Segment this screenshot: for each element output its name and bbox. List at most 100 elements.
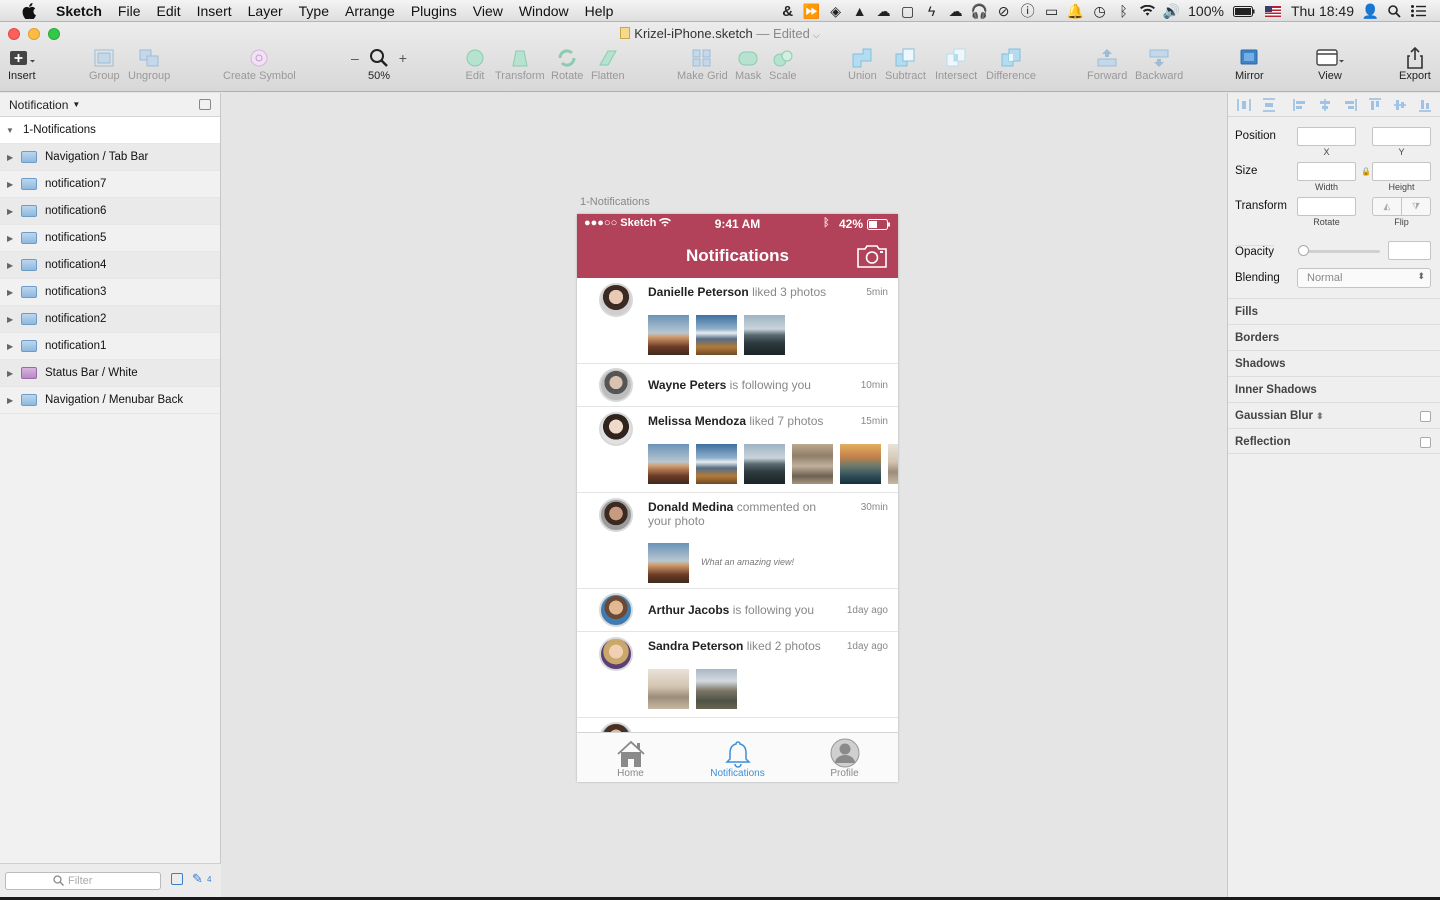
disclosure-triangle-icon[interactable]: ▶ — [7, 396, 18, 405]
bluetooth-icon[interactable]: ᛒ — [1116, 3, 1131, 19]
duplicate-page-icon[interactable] — [171, 873, 183, 885]
rotate-button[interactable]: Rotate — [551, 47, 583, 82]
transform-button[interactable]: Transform — [495, 47, 545, 82]
photo-thumbnail[interactable] — [888, 444, 898, 484]
notification-user[interactable]: Sandra Peterson — [648, 639, 743, 653]
menu-window[interactable]: Window — [511, 0, 577, 22]
group-button[interactable]: Group — [89, 47, 120, 82]
bell-icon[interactable]: 🔔 — [1067, 3, 1084, 19]
photo-thumbnail[interactable] — [792, 444, 833, 484]
disclosure-triangle-icon[interactable]: ▶ — [7, 180, 18, 189]
flip-vertical-icon[interactable]: ⧩ — [1402, 198, 1430, 215]
photo-thumbnail[interactable] — [696, 444, 737, 484]
pencil-icon[interactable]: ✎ — [192, 871, 203, 887]
menu-view[interactable]: View — [465, 0, 511, 22]
difference-button[interactable]: Difference — [986, 47, 1036, 82]
photo-thumbnail[interactable] — [648, 444, 689, 484]
mirror-button[interactable]: Mirror — [1235, 47, 1264, 82]
make-grid-button[interactable]: Make Grid — [677, 47, 728, 82]
gaussian-blur-section[interactable]: Gaussian Blur ⬍ — [1228, 402, 1440, 428]
photo-thumbnail[interactable] — [696, 669, 737, 709]
align-left-icon[interactable] — [1292, 98, 1308, 112]
zoom-in-button[interactable]: + — [399, 50, 407, 66]
opacity-input[interactable] — [1388, 241, 1431, 260]
shadows-section[interactable]: Shadows — [1228, 350, 1440, 376]
volume-icon[interactable]: 🔊 — [1163, 3, 1180, 19]
display-icon[interactable]: ▭ — [1044, 3, 1059, 19]
menu-plugins[interactable]: Plugins — [403, 0, 465, 22]
forward-button[interactable]: Forward — [1087, 47, 1127, 82]
photo-thumbnail[interactable] — [744, 315, 785, 355]
notification-center-icon[interactable] — [1411, 4, 1426, 18]
wifi-icon[interactable] — [1140, 4, 1156, 18]
menu-insert[interactable]: Insert — [189, 0, 240, 22]
headphones-icon[interactable]: 🎧 — [971, 3, 988, 19]
notification-item[interactable]: Melissa Mendoza liked 7 photos 15min — [577, 407, 898, 493]
info-icon[interactable]: ⓘ — [1020, 3, 1035, 19]
align-bottom-icon[interactable] — [1417, 98, 1433, 112]
filter-input[interactable]: Filter — [5, 872, 161, 890]
layer-row[interactable]: ▶ notification4 — [0, 252, 220, 279]
time-machine-icon[interactable]: ◷ — [1092, 3, 1107, 19]
flip-horizontal-icon[interactable]: ◭ — [1373, 198, 1402, 215]
photo-thumbnail[interactable] — [744, 444, 785, 484]
avatar[interactable] — [599, 283, 633, 317]
align-vertical-center-icon[interactable] — [1392, 98, 1408, 112]
distribute-horizontal-icon[interactable] — [1236, 98, 1252, 112]
insert-button[interactable]: Insert — [8, 47, 36, 82]
avatar[interactable] — [599, 593, 633, 627]
notification-user[interactable]: Wayne Peters — [648, 378, 726, 392]
photo-thumbnail[interactable] — [648, 315, 689, 355]
photo-thumbnail[interactable] — [696, 315, 737, 355]
reflection-section[interactable]: Reflection — [1228, 428, 1440, 454]
apple-icon[interactable] — [18, 2, 40, 19]
blur-type-arrows-icon[interactable]: ⬍ — [1316, 411, 1324, 421]
disclosure-triangle-icon[interactable]: ▶ — [7, 315, 18, 324]
chevron-down-icon[interactable]: ⌵ — [813, 30, 820, 40]
union-button[interactable]: Union — [848, 47, 877, 82]
lock-icon[interactable]: 🔒 — [1361, 167, 1371, 176]
notification-user[interactable]: Donald Medina — [648, 500, 733, 514]
spotlight-search-icon[interactable] — [1387, 4, 1402, 18]
width-input[interactable] — [1297, 162, 1356, 181]
layer-row[interactable]: ▶ notification7 — [0, 171, 220, 198]
square-icon[interactable]: ▢ — [900, 3, 915, 19]
rotate-input[interactable] — [1297, 197, 1356, 216]
menu-file[interactable]: File — [110, 0, 149, 22]
menu-app-sketch[interactable]: Sketch — [52, 0, 110, 22]
ungroup-button[interactable]: Ungroup — [128, 47, 170, 82]
backward-button[interactable]: Backward — [1135, 47, 1183, 82]
artboard-iphone[interactable]: ●●●○○ Sketch 9:41 AM ᛒ 42% Notifications… — [577, 214, 898, 782]
distribute-vertical-icon[interactable] — [1261, 98, 1277, 112]
disclosure-triangle-icon[interactable]: ▶ — [7, 207, 18, 216]
battery-icon[interactable] — [1232, 4, 1255, 18]
scale-button[interactable]: Scale — [769, 47, 797, 82]
disclosure-triangle-icon[interactable]: ▶ — [7, 153, 18, 162]
gaussian-blur-checkbox[interactable] — [1420, 411, 1431, 422]
menu-layer[interactable]: Layer — [240, 0, 291, 22]
disclosure-triangle-icon[interactable]: ▶ — [7, 261, 18, 270]
disclosure-triangle-icon[interactable]: ▶ — [7, 369, 18, 378]
tab-profile[interactable]: Profile — [791, 733, 898, 782]
position-y-input[interactable] — [1372, 127, 1431, 146]
drive-icon[interactable]: ▲ — [852, 3, 867, 19]
canvas[interactable]: 1-Notifications ●●●○○ Sketch 9:41 AM ᛒ 4… — [222, 93, 1226, 897]
layer-row[interactable]: ▶ Navigation / Tab Bar — [0, 144, 220, 171]
menu-arrange[interactable]: Arrange — [337, 0, 403, 22]
camera-icon[interactable] — [856, 244, 888, 269]
borders-section[interactable]: Borders — [1228, 324, 1440, 350]
ampersand-icon[interactable]: & — [780, 3, 795, 20]
user-icon[interactable]: 👤 — [1362, 3, 1379, 19]
avatar[interactable] — [599, 412, 633, 446]
intersect-button[interactable]: Intersect — [935, 47, 977, 82]
flag-icon[interactable] — [1264, 4, 1282, 18]
layer-row[interactable]: ▶ Navigation / Menubar Back — [0, 387, 220, 414]
layer-row[interactable]: ▶ notification6 — [0, 198, 220, 225]
inner-shadows-section[interactable]: Inner Shadows — [1228, 376, 1440, 402]
page-selector[interactable]: Notification ▼ — [0, 93, 220, 117]
zoom-out-button[interactable]: – — [351, 50, 359, 66]
cloud-icon[interactable]: ☁ — [876, 3, 891, 19]
notification-item[interactable]: Arthur Jacobs is following you 1day ago — [577, 589, 898, 632]
menu-type[interactable]: Type — [291, 0, 337, 22]
flip-control[interactable]: ◭ ⧩ — [1372, 197, 1431, 216]
